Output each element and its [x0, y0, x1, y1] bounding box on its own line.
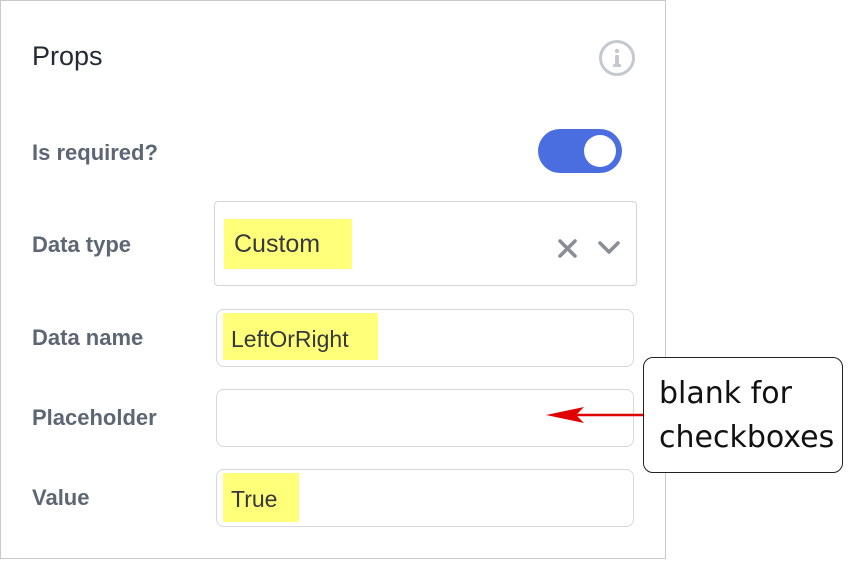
info-icon[interactable] — [598, 39, 636, 77]
data-type-value: Custom — [234, 230, 321, 258]
chevron-down-icon[interactable] — [597, 239, 621, 257]
placeholder-label: Placeholder — [32, 405, 157, 430]
data-name-label: Data name — [32, 325, 144, 350]
value-value: True — [231, 486, 278, 512]
is-required-toggle[interactable] — [538, 129, 622, 173]
is-required-label: Is required? — [32, 140, 158, 165]
close-icon[interactable] — [557, 238, 578, 259]
data-type-label: Data type — [32, 232, 132, 257]
panel-title: Props — [32, 41, 103, 71]
data-name-value: LeftOrRight — [231, 326, 349, 352]
props-panel: Props Is required? Data type Custom Data… — [0, 0, 666, 559]
toggle-knob — [584, 135, 616, 167]
annotation-arrow — [546, 407, 644, 423]
value-label: Value — [32, 485, 90, 510]
annotation-callout: blank for checkboxes — [643, 357, 843, 473]
callout-line-2: checkboxes — [659, 420, 835, 455]
callout-line-1: blank for — [659, 376, 792, 411]
